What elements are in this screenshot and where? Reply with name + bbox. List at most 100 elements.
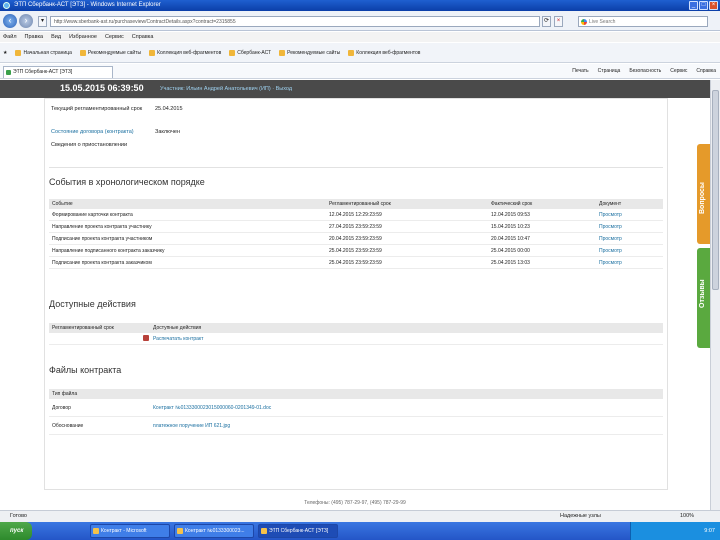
table-header: Тип файла (49, 389, 663, 399)
events-title: События в хронологическом порядке (49, 177, 205, 187)
safety-button[interactable]: Безопасность (629, 67, 661, 76)
window-title: ЭТП Сбербанк-АСТ [ЭТЗ] - Windows Interne… (14, 2, 161, 8)
event-name: Формирование карточки контракта (52, 212, 133, 218)
print-contract-link[interactable]: Распечатать контракт (153, 333, 203, 345)
table-row: Обоснование платежное поручение ИП 621.j… (49, 417, 663, 435)
detail-key: Текущий регламентированный срок (51, 106, 143, 112)
favorites-bar: ★ Начальная страница Рекомендуемые сайты… (0, 43, 720, 63)
event-deadline: 20.04.2015 23:59:23:59 (329, 236, 382, 242)
table-row: Направление подписанного контракта заказ… (49, 245, 663, 257)
search-input[interactable]: Live Search (578, 16, 708, 27)
event-deadline: 25.04.2015 23:59:23:59 (329, 260, 382, 266)
file-link[interactable]: платежное поручение ИП 621.jpg (153, 417, 230, 435)
files-table: Тип файла Договор Контракт №013330002301… (49, 389, 663, 435)
favorite-item[interactable]: Коллекция веб-фрагментов (149, 49, 221, 56)
menu-help[interactable]: Справка (132, 32, 154, 42)
column-header: Регламентированный срок (52, 325, 114, 331)
scrollbar-thumb[interactable] (712, 90, 719, 290)
file-type: Обоснование (52, 423, 84, 429)
page-icon (15, 49, 22, 56)
dropdown-icon[interactable]: ▾ (38, 16, 47, 27)
close-icon[interactable]: × (709, 1, 718, 10)
page-icon (79, 49, 86, 56)
events-table: Событие Регламентированный срок Фактичес… (49, 199, 663, 269)
page-icon (348, 49, 355, 56)
favorites-star-icon[interactable]: ★ (3, 50, 7, 56)
column-header: Доступные действия (153, 325, 202, 331)
event-deadline: 12.04.2015 12:29:23:59 (329, 212, 382, 218)
taskbar: пуск Контракт - Microsoft Контракт №0133… (0, 522, 720, 540)
event-deadline: 27.04.2015 23:59:23:59 (329, 224, 382, 230)
questions-tab[interactable]: Вопросы (697, 144, 710, 244)
start-button[interactable]: пуск (0, 522, 32, 540)
detail-row: Сведения о приостановлении (51, 141, 351, 159)
detail-key: Сведения о приостановлении (51, 142, 128, 148)
view-document-link[interactable]: Просмотр (599, 233, 622, 245)
taskbar-button[interactable]: Контракт - Microsoft (90, 524, 170, 538)
column-header: Регламентированный срок (329, 201, 391, 207)
favorite-item[interactable]: Сбербанк-АСТ (229, 49, 271, 56)
favorite-item[interactable]: Начальная страница (15, 49, 72, 56)
menu-view[interactable]: Вид (51, 32, 61, 42)
url-field[interactable]: http://www.sberbank-ast.ru/purchaseview/… (50, 16, 540, 27)
actions-table: Регламентированный срок Доступные действ… (49, 323, 663, 345)
menu-bar: Файл Правка Вид Избранное Сервис Справка (0, 32, 720, 42)
menu-tools[interactable]: Сервис (105, 32, 124, 42)
column-header: Тип файла (52, 391, 78, 397)
ie-icon (3, 2, 10, 9)
file-link[interactable]: Контракт №0133300023015000060-0201349-01… (153, 399, 271, 417)
table-row: Подписание проекта контракта заказчиком … (49, 257, 663, 269)
favorite-item[interactable]: Рекомендуемые сайты (79, 49, 141, 56)
event-actual: 15.04.2015 10:23 (491, 224, 530, 230)
tab-label: ЭТП Сбербанк-АСТ [ЭТЗ] (13, 69, 73, 75)
refresh-icon[interactable]: ⟳ (542, 16, 551, 27)
table-row: Распечатать контракт (49, 333, 663, 345)
tools-button[interactable]: Сервис (670, 67, 687, 76)
window-controls: _ □ × (689, 1, 718, 10)
favorite-item[interactable]: Рекомендуемые сайты (279, 49, 340, 56)
clock[interactable]: 9:07 (704, 528, 715, 534)
command-buttons: Печать Страница Безопасность Сервис Спра… (572, 67, 716, 76)
event-actual: 20.04.2015 10:47 (491, 236, 530, 242)
questions-tab-label: Вопросы (699, 182, 706, 214)
forward-button[interactable]: › (19, 14, 33, 28)
minimize-icon[interactable]: _ (689, 1, 698, 10)
event-name: Подписание проекта контракта заказчиком (52, 260, 152, 266)
maximize-icon[interactable]: □ (699, 1, 708, 10)
view-document-link[interactable]: Просмотр (599, 245, 622, 257)
divider (49, 167, 663, 168)
print-button[interactable]: Печать (572, 67, 588, 76)
file-type: Договор (52, 405, 71, 411)
view-document-link[interactable]: Просмотр (599, 221, 622, 233)
view-document-link[interactable]: Просмотр (599, 257, 622, 269)
feedback-tab[interactable]: Отзывы (697, 248, 710, 348)
address-bar: ‹ › ▾ http://www.sberbank-ast.ru/purchas… (0, 11, 720, 31)
command-bar: ЭТП Сбербанк-АСТ [ЭТЗ] Печать Страница Б… (0, 64, 720, 79)
taskbar-button[interactable]: ЭТП Сбербанк-АСТ [ЭТЗ] (258, 524, 338, 538)
column-header: Событие (52, 201, 73, 207)
window-titlebar: ЭТП Сбербанк-АСТ [ЭТЗ] - Windows Interne… (0, 0, 720, 11)
zoom-level[interactable]: 100% (680, 511, 694, 522)
taskbar-button[interactable]: Контракт №0133300023... (174, 524, 254, 538)
feedback-tab-label: Отзывы (699, 279, 706, 308)
view-document-link[interactable]: Просмотр (599, 209, 622, 221)
menu-edit[interactable]: Правка (25, 32, 44, 42)
detail-key[interactable]: Состояние договора (контракта) (51, 128, 151, 136)
page-button[interactable]: Страница (598, 67, 621, 76)
page-icon (229, 49, 236, 56)
favorite-item[interactable]: Коллекция веб-фрагментов (348, 49, 420, 56)
security-zone[interactable]: Надежные узлы (560, 511, 601, 522)
event-deadline: 25.04.2015 23:59:23:59 (329, 248, 382, 254)
page-footer: Телефоны: (495) 787-29-97, (495) 787-29-… (304, 500, 406, 506)
browser-tab[interactable]: ЭТП Сбербанк-АСТ [ЭТЗ] (3, 66, 113, 78)
back-button[interactable]: ‹ (3, 14, 17, 28)
table-header: Регламентированный срок Доступные действ… (49, 323, 663, 333)
detail-value: 25.04.2015 (155, 106, 183, 112)
menu-file[interactable]: Файл (3, 32, 17, 42)
web-page: 15.05.2015 06:39:50 Участник: Ильин Андр… (0, 80, 710, 510)
vertical-scrollbar[interactable] (710, 80, 720, 510)
menu-favorites[interactable]: Избранное (69, 32, 97, 42)
user-line[interactable]: Участник: Ильин Андрей Анатольевич (ИП) … (160, 86, 292, 92)
help-button[interactable]: Справка (696, 67, 716, 76)
stop-icon[interactable]: × (554, 16, 563, 27)
